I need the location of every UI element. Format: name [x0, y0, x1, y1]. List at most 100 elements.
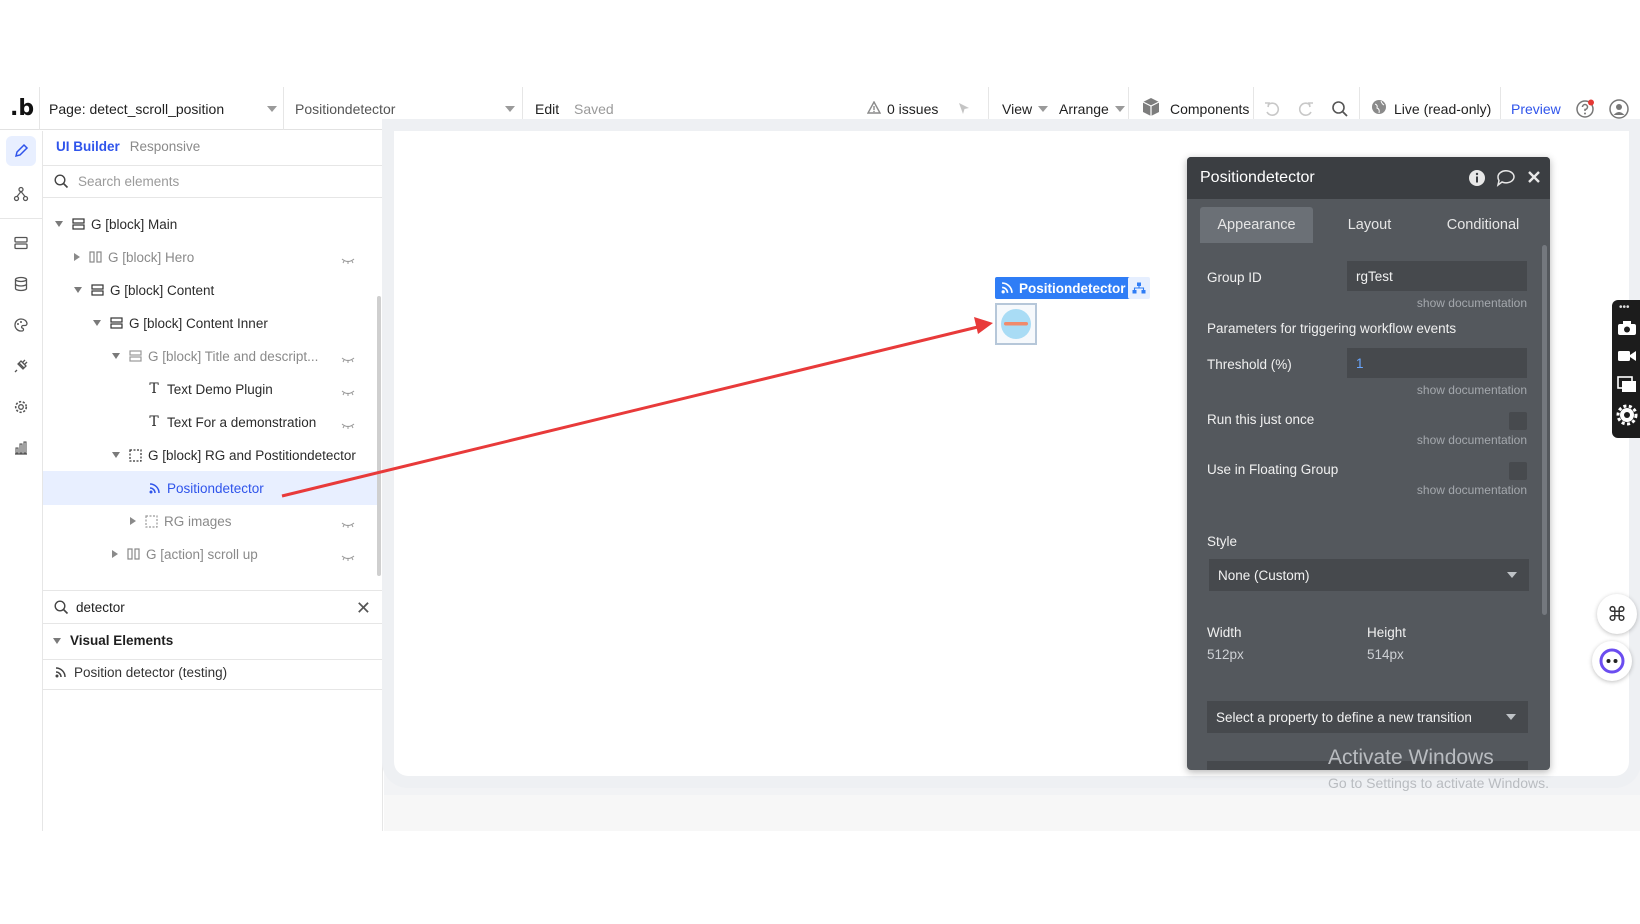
- group-id-input[interactable]: rgTest: [1347, 261, 1527, 291]
- hidden-eye-icon[interactable]: [341, 517, 355, 532]
- tab-layout[interactable]: Layout: [1313, 207, 1426, 243]
- arrange-menu[interactable]: Arrange: [1059, 87, 1125, 130]
- tree-item-rg-images[interactable]: RG images: [43, 504, 377, 538]
- run-once-label: Run this just once: [1207, 412, 1315, 427]
- undo-icon[interactable]: [1263, 87, 1281, 130]
- camera-icon[interactable]: [1617, 320, 1637, 341]
- search-icon: [54, 174, 69, 192]
- threshold-label: Threshold (%): [1207, 357, 1292, 372]
- tab-ui-builder[interactable]: UI Builder: [56, 139, 120, 154]
- database-icon[interactable]: [6, 269, 36, 299]
- tree-item-label: RG images: [164, 513, 232, 529]
- shortcut-command-icon[interactable]: ⌘: [1597, 594, 1637, 634]
- video-camera-icon[interactable]: [1617, 348, 1637, 369]
- hierarchy-icon[interactable]: [1128, 277, 1150, 299]
- columns-icon: [126, 547, 140, 561]
- toolbar-divider: [1359, 87, 1360, 130]
- transition-dropdown[interactable]: Select a property to define a new transi…: [1207, 701, 1528, 733]
- toolbar-divider: [1128, 87, 1129, 130]
- visual-elements-search-input[interactable]: detector ✕: [43, 590, 383, 624]
- tree-item-title-description[interactable]: G [block] Title and descript...: [43, 339, 377, 373]
- page-selector[interactable]: Page: detect_scroll_position: [49, 87, 277, 130]
- collapse-caret-icon: [130, 517, 136, 525]
- toolbar-divider: [1253, 87, 1254, 130]
- help-icon[interactable]: [1575, 87, 1595, 130]
- tree-item-main[interactable]: G [block] Main: [43, 207, 377, 241]
- avatar[interactable]: [1609, 87, 1629, 130]
- chat-assistant-icon[interactable]: [1592, 641, 1632, 681]
- tree-item-label: Positiondetector: [167, 480, 264, 496]
- collapse-caret-icon: [112, 550, 118, 558]
- tree-item-content[interactable]: G [block] Content: [43, 273, 377, 307]
- search-icon: [54, 600, 69, 618]
- comment-icon[interactable]: [1496, 169, 1516, 192]
- tab-responsive[interactable]: Responsive: [130, 139, 201, 154]
- tree-item-label: G [block] RG and Postitiondetector: [148, 447, 356, 463]
- toolbar-divider: [1500, 87, 1501, 130]
- tab-conditional[interactable]: Conditional: [1426, 207, 1540, 243]
- redo-icon[interactable]: [1297, 87, 1315, 130]
- live-version-selector[interactable]: Live (read-only): [1371, 87, 1491, 130]
- tree-item-scroll-up[interactable]: G [action] scroll up: [43, 537, 377, 571]
- threshold-input[interactable]: 1: [1347, 348, 1527, 378]
- issues-button[interactable]: 0 issues: [866, 87, 938, 130]
- tree-item-positiondetector[interactable]: Positiondetector: [43, 471, 377, 505]
- floating-group-checkbox[interactable]: [1509, 462, 1527, 480]
- gear-icon[interactable]: [1616, 404, 1638, 431]
- tree-scrollbar[interactable]: [377, 296, 381, 576]
- clear-search-icon[interactable]: ✕: [356, 598, 371, 619]
- header-icons: [1468, 169, 1542, 192]
- search-icon[interactable]: [1331, 87, 1349, 130]
- more-dots-icon[interactable]: •••: [1619, 302, 1630, 313]
- design-tab-pencil-icon[interactable]: [6, 136, 36, 166]
- edit-label: Edit: [535, 100, 560, 117]
- canvas-footer-area: [384, 795, 1640, 831]
- edit-menu[interactable]: Edit: [535, 87, 559, 130]
- hidden-eye-icon[interactable]: [341, 385, 355, 400]
- hidden-eye-icon[interactable]: [341, 550, 355, 565]
- property-editor-header[interactable]: Positiondetector: [1187, 157, 1550, 199]
- search-elements-input[interactable]: Search elements: [43, 165, 383, 198]
- show-documentation-link[interactable]: show documentation: [1417, 483, 1527, 497]
- bubble-logo[interactable]: .b: [10, 87, 34, 130]
- position-detector-icon: [1001, 309, 1031, 339]
- run-once-checkbox[interactable]: [1509, 412, 1527, 430]
- visual-element-position-detector[interactable]: Position detector (testing): [53, 665, 227, 680]
- saved-status: Saved: [574, 87, 614, 130]
- tree-item-content-inner[interactable]: G [block] Content Inner: [43, 306, 377, 340]
- chevron-down-icon: [1114, 105, 1125, 112]
- hidden-eye-icon[interactable]: [341, 418, 355, 433]
- tree-item-text-demo-plugin[interactable]: T Text Demo Plugin: [43, 372, 377, 406]
- view-menu[interactable]: View: [1002, 87, 1049, 130]
- toolbar-divider: [988, 87, 989, 130]
- element-selector[interactable]: Positiondetector: [295, 87, 515, 130]
- close-icon[interactable]: [1526, 169, 1542, 192]
- logs-chart-icon[interactable]: [6, 433, 36, 463]
- selected-element-label[interactable]: Positiondetector: [995, 277, 1132, 299]
- plugin-icon[interactable]: [6, 351, 36, 381]
- palette-icon[interactable]: [6, 310, 36, 340]
- components-button[interactable]: Components: [1141, 87, 1249, 130]
- positiondetector-element[interactable]: [995, 303, 1037, 345]
- property-editor: Positiondetector Appearance Layout Condi…: [1187, 157, 1550, 770]
- tab-appearance[interactable]: Appearance: [1200, 207, 1313, 243]
- style-dropdown[interactable]: None (Custom): [1209, 559, 1529, 591]
- hidden-eye-icon[interactable]: [341, 352, 355, 367]
- hidden-eye-icon[interactable]: [341, 253, 355, 268]
- show-documentation-link[interactable]: show documentation: [1417, 433, 1527, 447]
- show-documentation-link[interactable]: show documentation: [1417, 296, 1527, 310]
- tree-item-rg-positiondetector[interactable]: G [block] RG and Postitiondetector: [43, 438, 377, 472]
- screens-icon[interactable]: [1617, 376, 1637, 399]
- data-icon[interactable]: [6, 228, 36, 258]
- workflow-icon[interactable]: [6, 179, 36, 209]
- visual-elements-header[interactable]: Visual Elements: [53, 633, 173, 648]
- preview-button[interactable]: Preview: [1511, 87, 1561, 130]
- property-editor-scrollbar[interactable]: [1542, 245, 1547, 615]
- settings-gear-icon[interactable]: [6, 392, 36, 422]
- show-documentation-link[interactable]: show documentation: [1417, 383, 1527, 397]
- tree-item-hero[interactable]: G [block] Hero: [43, 240, 377, 274]
- tree-item-text-demonstration[interactable]: T Text For a demonstration: [43, 405, 377, 439]
- expand-caret-icon: [112, 452, 120, 458]
- info-icon[interactable]: [1468, 169, 1486, 192]
- inspect-cursor-icon[interactable]: [957, 87, 973, 130]
